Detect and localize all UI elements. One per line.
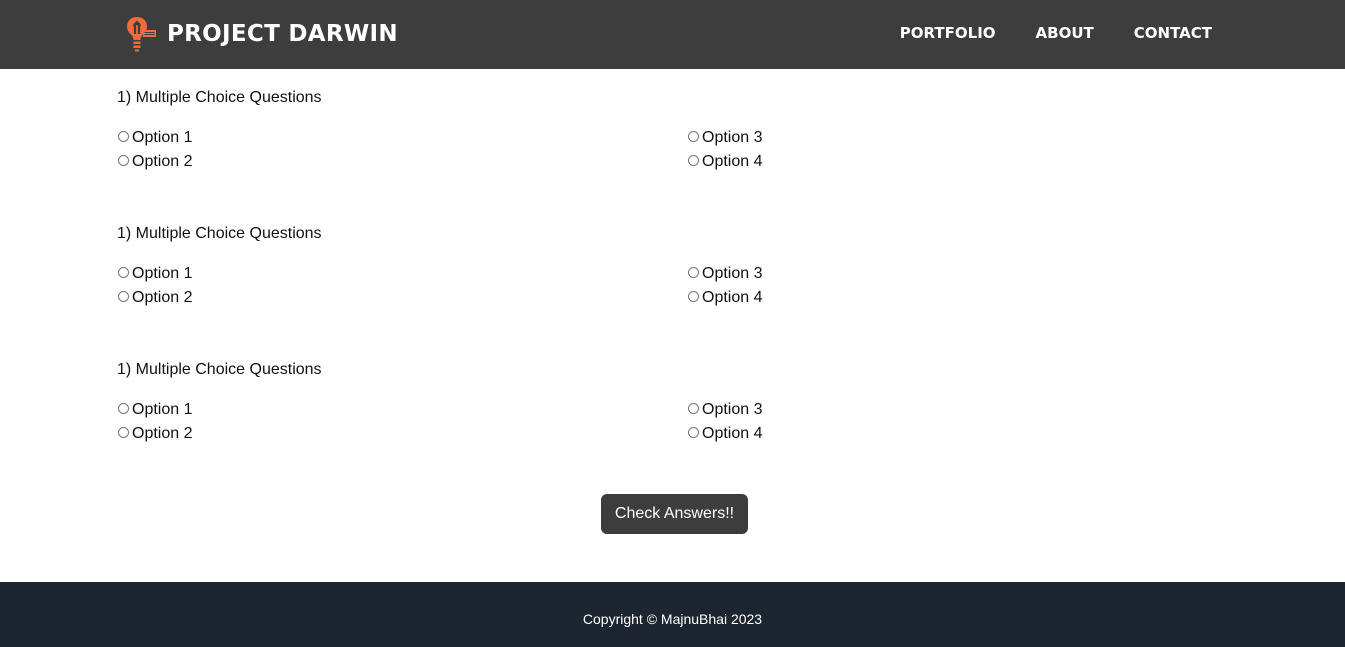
brand-title: PROJECT DARWIN: [167, 21, 398, 47]
option-label: Option 2: [132, 425, 193, 442]
nav-link-about[interactable]: ABOUT: [1036, 24, 1094, 42]
answer-option-1[interactable]: Option 1: [117, 262, 192, 286]
nav-link-contact[interactable]: CONTACT: [1134, 24, 1212, 42]
option-label: Option 1: [132, 129, 193, 146]
option-label: Option 2: [132, 289, 193, 306]
navbar: PROJECT DARWIN PORTFOLIO ABOUT CONTACT: [0, 0, 1345, 69]
brand-home-link[interactable]: PROJECT DARWIN: [126, 14, 398, 54]
option-label: Option 4: [702, 425, 763, 442]
question-3: 1) Multiple Choice Questions Option 1 Op…: [117, 358, 1257, 494]
option-label: Option 1: [132, 265, 193, 282]
answer-option-3[interactable]: Option 3: [687, 126, 762, 150]
option-label: Option 3: [702, 129, 763, 146]
radio-button[interactable]: [688, 154, 699, 166]
radio-button[interactable]: [118, 154, 129, 166]
question-title: 1) Multiple Choice Questions: [117, 89, 322, 106]
option-label: Option 2: [132, 153, 193, 170]
copyright-text: Copyright © MajnuBhai 2023: [582, 610, 763, 627]
radio-button[interactable]: [118, 290, 129, 302]
nav-link-portfolio[interactable]: PORTFOLIO: [900, 24, 996, 42]
answer-option-3[interactable]: Option 3: [687, 262, 762, 286]
radio-button[interactable]: [688, 402, 699, 414]
option-label: Option 3: [702, 401, 763, 418]
question-2: 1) Multiple Choice Questions Option 1 Op…: [117, 222, 1257, 358]
question-title: 1) Multiple Choice Questions: [117, 361, 322, 378]
answer-option-3[interactable]: Option 3: [687, 398, 762, 422]
radio-button[interactable]: [688, 290, 699, 302]
footer: Copyright © MajnuBhai 2023: [0, 582, 1345, 647]
check-answers-button[interactable]: Check Answers!!: [601, 494, 748, 534]
option-label: Option 3: [702, 265, 763, 282]
radio-button[interactable]: [118, 266, 129, 278]
answer-option-4[interactable]: Option 4: [687, 422, 762, 446]
question-title: 1) Multiple Choice Questions: [117, 225, 322, 242]
lightbulb-icon: [127, 17, 156, 52]
answer-option-2[interactable]: Option 2: [117, 422, 192, 446]
answer-option-2[interactable]: Option 2: [117, 150, 192, 174]
answer-option-2[interactable]: Option 2: [117, 286, 192, 310]
radio-button[interactable]: [118, 402, 129, 414]
answer-option-4[interactable]: Option 4: [687, 286, 762, 310]
answer-options: Option 1 Option 2 Option 3 Option 4: [117, 262, 1257, 310]
radio-button[interactable]: [118, 426, 129, 438]
radio-button[interactable]: [688, 426, 699, 438]
answer-option-1[interactable]: Option 1: [117, 126, 192, 150]
option-label: Option 1: [132, 401, 193, 418]
radio-button[interactable]: [688, 130, 699, 142]
main-nav: PORTFOLIO ABOUT CONTACT: [860, 0, 1212, 65]
answer-options: Option 1 Option 2 Option 3 Option 4: [117, 398, 1257, 446]
radio-button[interactable]: [688, 266, 699, 278]
answer-option-4[interactable]: Option 4: [687, 150, 762, 174]
answer-options: Option 1 Option 2 Option 3 Option 4: [117, 126, 1257, 174]
quiz-form: 1) Multiple Choice Questions Option 1 Op…: [117, 86, 1257, 494]
question-1: 1) Multiple Choice Questions Option 1 Op…: [117, 86, 1257, 222]
option-label: Option 4: [702, 153, 763, 170]
answer-option-1[interactable]: Option 1: [117, 398, 192, 422]
radio-button[interactable]: [118, 130, 129, 142]
option-label: Option 4: [702, 289, 763, 306]
